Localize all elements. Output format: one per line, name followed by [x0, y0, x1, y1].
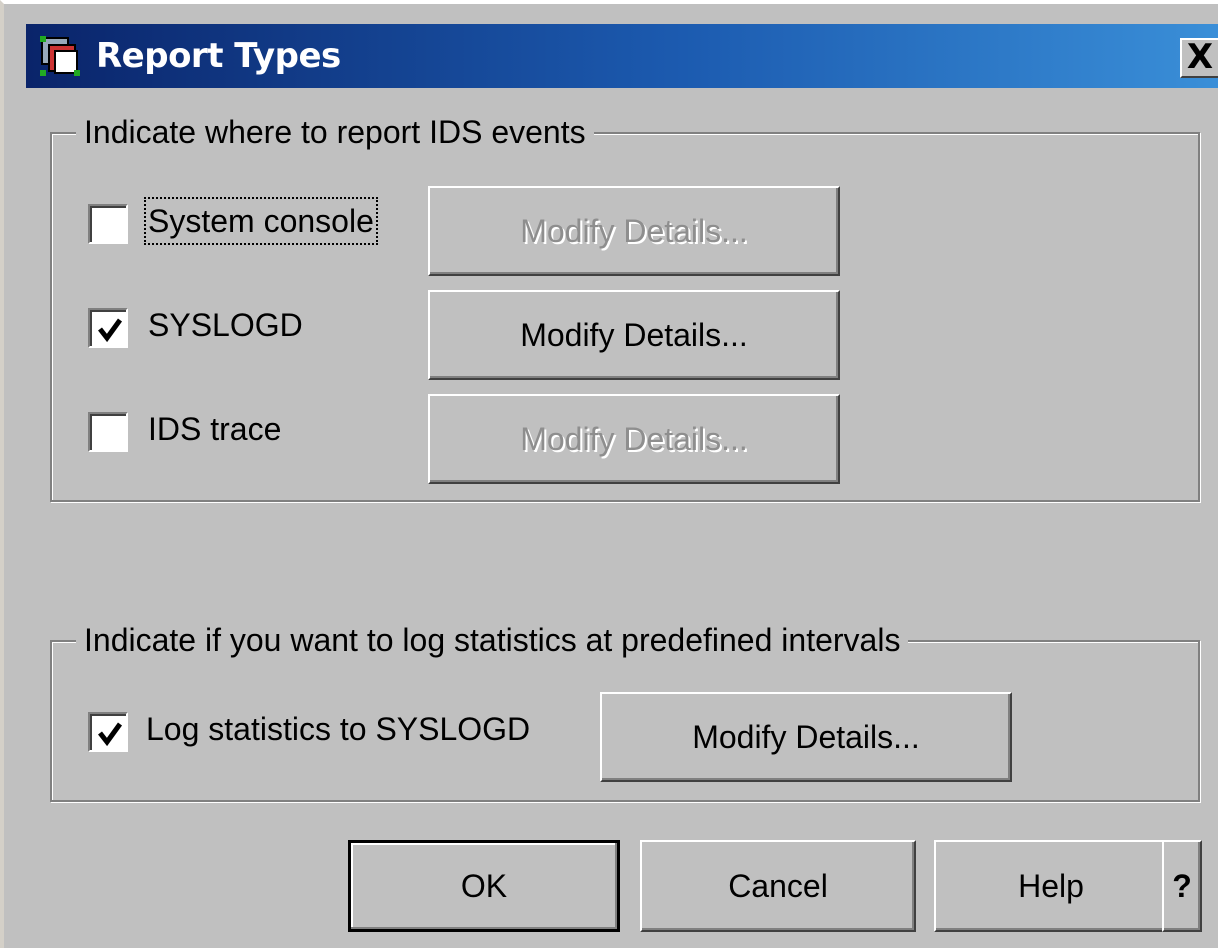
system-console-checkbox[interactable]	[88, 204, 128, 244]
checkmark-icon	[98, 318, 123, 343]
ids-trace-modify-button[interactable]: Modify Details...	[428, 394, 840, 484]
syslogd-label[interactable]: SYSLOGD	[148, 305, 303, 345]
log-statistics-checkbox[interactable]	[88, 712, 128, 752]
system-console-label[interactable]: System console	[144, 197, 378, 245]
log-statistics-modify-button[interactable]: Modify Details...	[600, 692, 1012, 782]
syslogd-checkbox[interactable]	[88, 308, 128, 348]
window-title: Report Types	[96, 36, 341, 76]
log-statistics-label[interactable]: Log statistics to SYSLOGD	[146, 709, 530, 749]
close-icon: X	[1186, 37, 1214, 77]
checkmark-icon	[98, 722, 123, 747]
help-button[interactable]: Help	[934, 840, 1168, 932]
close-button[interactable]: X	[1180, 38, 1218, 78]
title-bar[interactable]: Report Types X	[26, 24, 1218, 88]
report-types-dialog: Report Types X Indicate where to report …	[0, 0, 1218, 948]
whats-this-button[interactable]: ?	[1162, 840, 1202, 932]
system-console-modify-button[interactable]: Modify Details...	[428, 186, 840, 276]
ids-trace-checkbox[interactable]	[88, 412, 128, 452]
report-window-icon	[40, 36, 80, 76]
cancel-button[interactable]: Cancel	[640, 840, 916, 932]
report-events-group-label: Indicate where to report IDS events	[76, 112, 594, 152]
ok-button[interactable]: OK	[348, 840, 620, 932]
syslogd-modify-button[interactable]: Modify Details...	[428, 290, 840, 380]
log-statistics-group-label: Indicate if you want to log statistics a…	[76, 620, 909, 660]
ids-trace-label[interactable]: IDS trace	[148, 409, 281, 449]
